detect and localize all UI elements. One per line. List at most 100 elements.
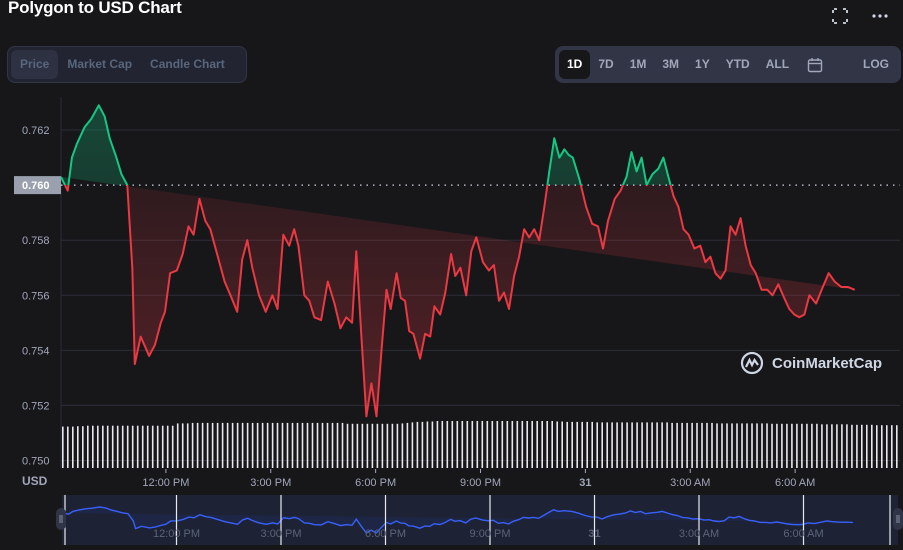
navigator-tick-label: 12:00 PM <box>153 528 200 540</box>
volume-bar <box>82 426 84 468</box>
volume-bar <box>851 424 853 468</box>
volume-bar <box>766 423 768 468</box>
volume-bar <box>346 423 349 468</box>
volume-bar <box>541 421 543 468</box>
volume-bar <box>496 421 499 468</box>
navigator-tick-label: 31 <box>588 528 600 540</box>
volume-bar <box>106 425 109 468</box>
volume-bar <box>501 421 504 468</box>
volume-bar <box>736 423 738 468</box>
volume-bar <box>67 426 69 468</box>
volume-bar <box>836 424 838 468</box>
x-tick-label: 3:00 PM <box>250 477 291 489</box>
volume-bar <box>326 422 329 468</box>
volume-bar <box>151 425 154 468</box>
volume-bar <box>701 422 703 468</box>
volume-bar <box>336 422 339 468</box>
volume-bar <box>686 422 688 468</box>
watermark-logo: CoinMarketCap <box>740 351 882 375</box>
volume-bar <box>376 423 379 468</box>
volume-bar <box>721 423 723 468</box>
navigator-tick-label: 6:00 AM <box>783 528 823 540</box>
volume-bar <box>671 422 673 468</box>
volume-bar <box>366 423 369 468</box>
volume-bar <box>351 423 354 468</box>
volume-bar <box>261 422 264 468</box>
volume-bar <box>631 422 633 468</box>
volume-bar <box>401 423 404 468</box>
navigator-tick-label: 3:00 PM <box>261 528 302 540</box>
volume-bar <box>751 423 753 468</box>
volume-bar <box>206 422 209 468</box>
volume-bar <box>621 422 623 468</box>
reference-price-label: 0.760 <box>22 180 50 192</box>
volume-bar <box>641 422 643 468</box>
volume-bar <box>606 422 608 468</box>
x-tick-label: 6:00 AM <box>775 477 815 489</box>
navigator-tick-label: 6:00 PM <box>365 528 406 540</box>
volume-bar <box>811 423 813 468</box>
price-chart[interactable]: 0.750 0.752 0.754 0.756 0.758 0.760 0.762 12:0… <box>0 0 903 550</box>
volume-bar <box>706 422 708 468</box>
volume-bar <box>636 422 638 468</box>
volume-bar <box>266 422 269 468</box>
volume-bar <box>581 421 583 468</box>
volume-bar <box>866 424 868 468</box>
volume-bar <box>771 423 773 468</box>
volume-bar <box>451 421 454 468</box>
x-axis: 12:00 PM 3:00 PM 6:00 PM 9:00 PM 31 3:00 AM 6:… <box>142 469 815 489</box>
x-tick-label: 9:00 PM <box>460 477 501 489</box>
volume-bar <box>301 422 304 468</box>
volume-bar <box>306 422 309 468</box>
volume-bar <box>801 423 803 468</box>
navigator-tick-label: 9:00 PM <box>470 528 511 540</box>
volume-bar <box>436 421 439 468</box>
volume-bar <box>806 423 808 468</box>
volume-bar <box>661 422 663 468</box>
volume-bar <box>481 421 484 468</box>
volume-bar <box>191 422 194 468</box>
volume-bar <box>521 421 524 468</box>
volume-bar <box>656 422 658 468</box>
volume-bar <box>466 421 469 468</box>
volume-bar <box>841 424 843 468</box>
volume-bar <box>516 421 519 468</box>
volume-bar <box>531 421 533 468</box>
volume-bar <box>891 425 893 468</box>
volume-bar <box>121 425 124 468</box>
volume-bar <box>601 422 603 468</box>
volume-bar <box>861 424 863 468</box>
volume-bar <box>681 422 683 468</box>
volume-bar <box>241 422 244 468</box>
volume-bar <box>296 422 299 468</box>
y-tick-label: 0.758 <box>22 235 50 247</box>
y-tick-label: 0.750 <box>22 455 50 467</box>
volume-bar <box>141 425 144 468</box>
volume-bar <box>62 426 64 468</box>
y-tick-label: 0.754 <box>22 345 50 357</box>
volume-bar <box>491 421 494 468</box>
volume-bar <box>756 423 758 468</box>
volume-bar <box>77 426 79 468</box>
volume-bar <box>441 421 444 468</box>
volume-bar <box>166 425 169 468</box>
volume-bar <box>271 422 274 468</box>
volume-bar <box>361 423 364 468</box>
volume-bar <box>716 423 718 468</box>
volume-bar <box>511 421 514 468</box>
volume-bar <box>406 422 409 468</box>
navigator-handle-left[interactable] <box>56 508 66 530</box>
volume-bar <box>246 422 249 468</box>
volume-bar <box>561 421 563 468</box>
volume-bar <box>506 421 509 468</box>
volume-bar <box>446 421 449 468</box>
volume-bar <box>87 425 89 468</box>
volume-bar <box>311 422 314 468</box>
volume-bar <box>651 422 653 468</box>
y-tick-label: 0.762 <box>22 125 50 137</box>
volume-bar <box>856 424 858 468</box>
volume-bar <box>201 422 204 468</box>
navigator-handle-right[interactable] <box>893 508 903 530</box>
volume-bar <box>411 422 414 468</box>
volume-bar <box>571 421 573 468</box>
